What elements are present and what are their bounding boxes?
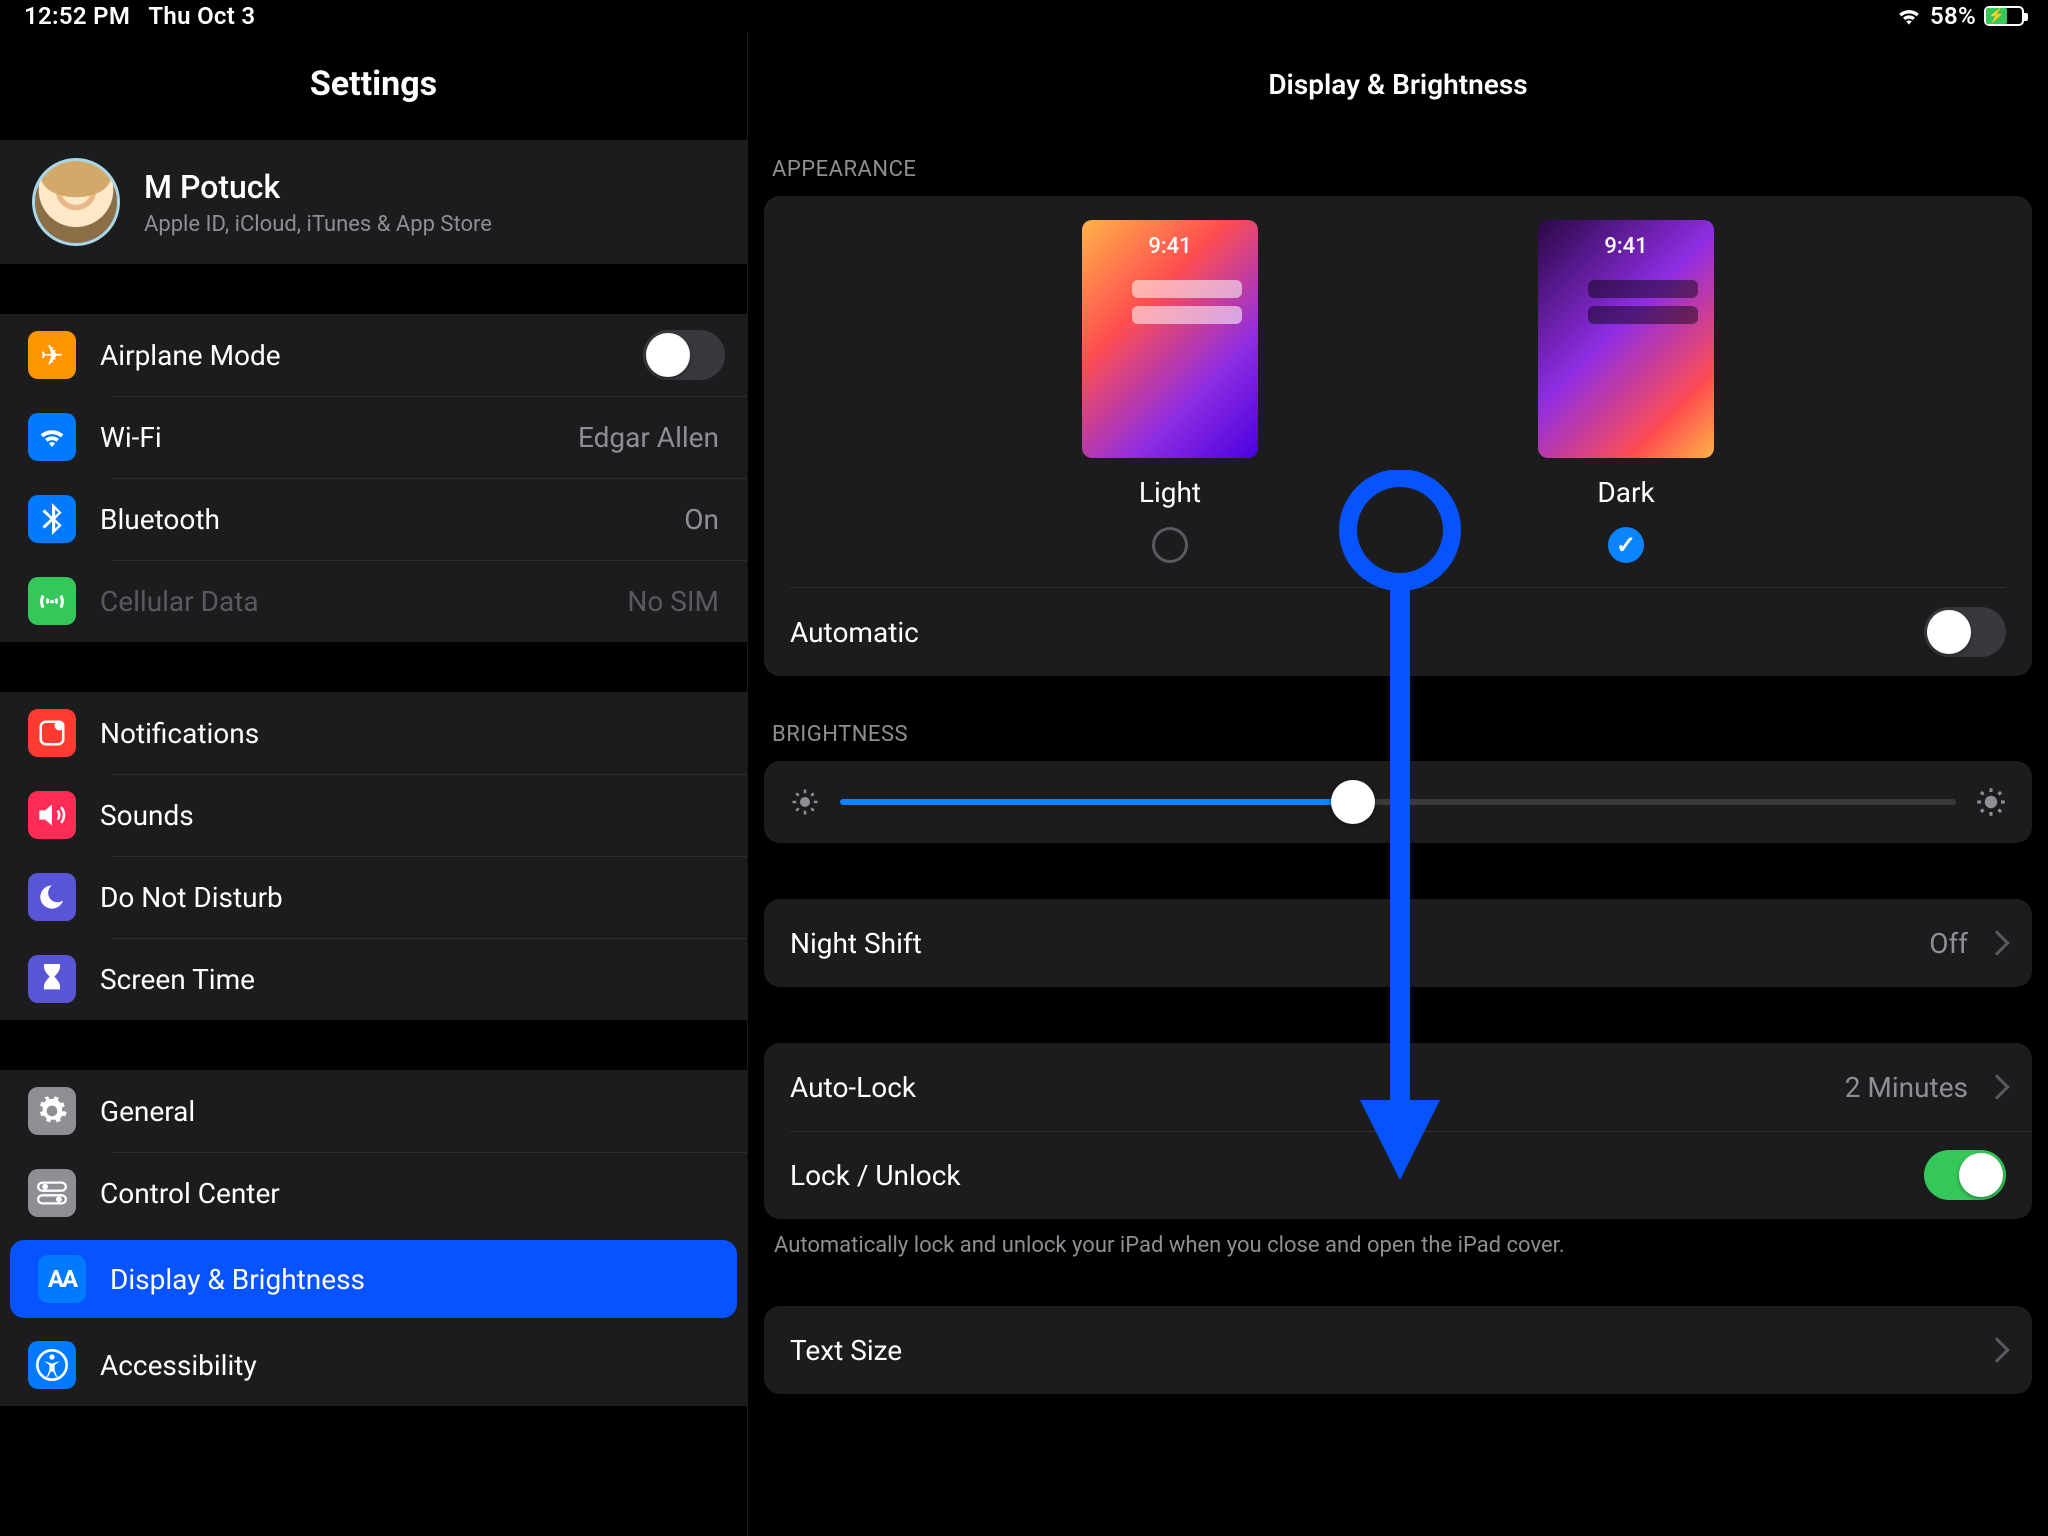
sidebar-item-control-center[interactable]: Control Center (0, 1152, 747, 1234)
sidebar-item-cellular[interactable]: Cellular Data No SIM (0, 560, 747, 642)
sidebar-item-dnd[interactable]: Do Not Disturb (0, 856, 747, 938)
chevron-right-icon (1984, 1337, 2009, 1362)
sidebar-item-screentime[interactable]: Screen Time (0, 938, 747, 1020)
sidebar-item-accessibility[interactable]: Accessibility (0, 1324, 747, 1406)
avatar (32, 158, 120, 246)
wifi-settings-icon (28, 413, 76, 461)
battery-percent: 58% (1930, 2, 1976, 30)
sliders-icon (28, 1169, 76, 1217)
sidebar-item-display[interactable]: AA Display & Brightness (10, 1240, 737, 1318)
page-title: Display & Brightness (764, 32, 2032, 157)
profile-subtitle: Apple ID, iCloud, iTunes & App Store (144, 212, 492, 237)
sidebar-item-sounds[interactable]: Sounds (0, 774, 747, 856)
sounds-icon (28, 791, 76, 839)
airplane-toggle[interactable] (643, 330, 725, 380)
auto-lock-row[interactable]: Auto-Lock 2 Minutes (764, 1043, 2032, 1131)
appearance-dark[interactable]: Dark ✓ (1538, 220, 1714, 563)
hourglass-icon (28, 955, 76, 1003)
notifications-icon (28, 709, 76, 757)
status-date: Thu Oct 3 (148, 2, 255, 30)
sun-large-icon (1976, 787, 2006, 817)
automatic-toggle[interactable] (1924, 607, 2006, 657)
detail-pane: Display & Brightness APPEARANCE Light Da… (748, 32, 2048, 1536)
bluetooth-icon (28, 495, 76, 543)
wifi-icon (1896, 6, 1922, 26)
appearance-card: Light Dark ✓ Automatic (764, 196, 2032, 676)
dark-thumbnail (1538, 220, 1714, 458)
moon-icon (28, 873, 76, 921)
profile-name: M Potuck (144, 168, 492, 206)
light-thumbnail (1082, 220, 1258, 458)
night-shift-row[interactable]: Night Shift Off (764, 899, 2032, 987)
sidebar-item-general[interactable]: General (0, 1070, 747, 1152)
appearance-header: APPEARANCE (764, 157, 2032, 196)
lock-footer: Automatically lock and unlock your iPad … (764, 1219, 2032, 1258)
appearance-light[interactable]: Light (1082, 220, 1258, 563)
brightness-slider[interactable] (840, 799, 1956, 805)
profile-row[interactable]: M Potuck Apple ID, iCloud, iTunes & App … (0, 140, 747, 264)
sidebar-item-wifi[interactable]: Wi-Fi Edgar Allen (0, 396, 747, 478)
sidebar-item-bluetooth[interactable]: Bluetooth On (0, 478, 747, 560)
cellular-icon (28, 577, 76, 625)
chevron-right-icon (1984, 1074, 2009, 1099)
automatic-row[interactable]: Automatic (764, 588, 2032, 676)
status-bar: 12:52 PM Thu Oct 3 58% ⚡ (0, 0, 2048, 32)
accessibility-icon (28, 1341, 76, 1389)
light-radio[interactable] (1152, 527, 1188, 563)
dark-radio[interactable]: ✓ (1608, 527, 1644, 563)
text-size-row[interactable]: Text Size (764, 1306, 2032, 1394)
sun-small-icon (790, 787, 820, 817)
settings-sidebar: Settings M Potuck Apple ID, iCloud, iTun… (0, 32, 748, 1536)
status-time: 12:52 PM (24, 2, 130, 30)
sidebar-title: Settings (0, 32, 747, 140)
lock-unlock-row[interactable]: Lock / Unlock (764, 1131, 2032, 1219)
battery-icon: ⚡ (1984, 6, 2024, 26)
sidebar-item-airplane[interactable]: ✈︎ Airplane Mode (0, 314, 747, 396)
brightness-header: BRIGHTNESS (764, 722, 2032, 761)
airplane-icon: ✈︎ (28, 331, 76, 379)
gear-icon (28, 1087, 76, 1135)
brightness-slider-card (764, 761, 2032, 843)
lock-unlock-toggle[interactable] (1924, 1150, 2006, 1200)
chevron-right-icon (1984, 930, 2009, 955)
text-size-icon: AA (38, 1255, 86, 1303)
sidebar-item-notifications[interactable]: Notifications (0, 692, 747, 774)
